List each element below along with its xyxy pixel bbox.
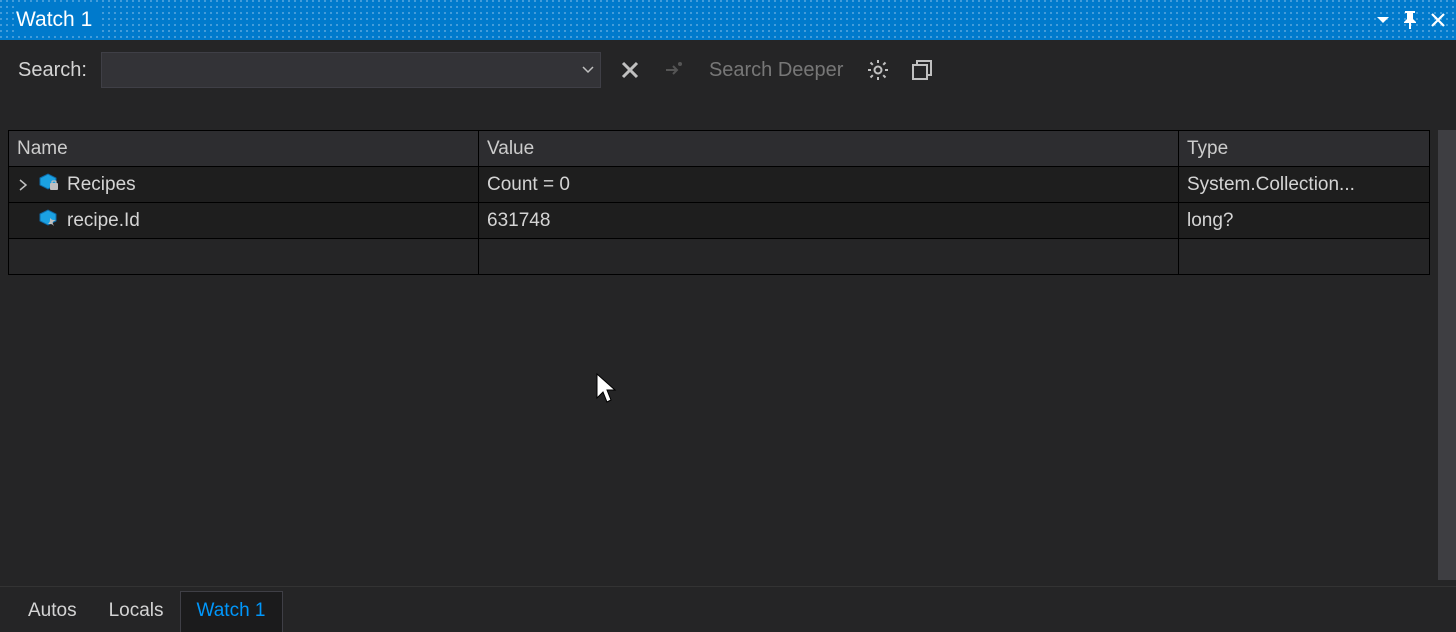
watch-type: System.Collection... xyxy=(1179,167,1429,202)
scrollbar[interactable] xyxy=(1438,130,1456,580)
tab-locals[interactable]: Locals xyxy=(93,592,180,632)
search-label: Search: xyxy=(18,59,87,82)
titlebar: Watch 1 xyxy=(0,0,1456,40)
window-title: Watch 1 xyxy=(16,6,98,34)
watch-row[interactable]: Recipes Count = 0 System.Collection... xyxy=(9,167,1429,203)
watch-add-row[interactable] xyxy=(9,239,1429,275)
property-icon xyxy=(37,173,59,197)
tab-watch1[interactable]: Watch 1 xyxy=(180,591,283,632)
pin-icon[interactable] xyxy=(1402,11,1418,29)
toolbar: Search: Search Deeper xyxy=(0,40,1456,100)
search-box[interactable] xyxy=(101,52,601,88)
search-dropdown-icon[interactable] xyxy=(576,53,600,87)
watch-value[interactable]: Count = 0 xyxy=(479,167,1179,202)
windows-icon[interactable] xyxy=(907,55,937,85)
watch-grid: Name Value Type Recipes Count = 0 System… xyxy=(8,130,1430,275)
search-next-icon[interactable] xyxy=(659,55,689,85)
grid-header: Name Value Type xyxy=(9,131,1429,167)
close-icon[interactable] xyxy=(1430,12,1446,28)
search-input[interactable] xyxy=(102,60,576,81)
watch-name: Recipes xyxy=(67,174,136,196)
watch-value[interactable]: 631748 xyxy=(479,203,1179,238)
watch-type: long? xyxy=(1179,203,1429,238)
watch-grid-area: Name Value Type Recipes Count = 0 System… xyxy=(0,100,1456,586)
column-header-type[interactable]: Type xyxy=(1179,131,1429,166)
window-menu-icon[interactable] xyxy=(1376,15,1390,25)
column-header-name[interactable]: Name xyxy=(9,131,479,166)
expand-icon[interactable] xyxy=(17,179,29,191)
bottom-tabs: Autos Locals Watch 1 xyxy=(0,586,1456,632)
watch-row[interactable]: recipe.Id 631748 long? xyxy=(9,203,1429,239)
property-icon xyxy=(37,209,59,233)
search-deeper-button[interactable]: Search Deeper xyxy=(703,59,850,82)
tab-autos[interactable]: Autos xyxy=(12,592,93,632)
mouse-cursor xyxy=(595,372,619,410)
settings-icon[interactable] xyxy=(863,55,893,85)
clear-search-button[interactable] xyxy=(615,55,645,85)
column-header-value[interactable]: Value xyxy=(479,131,1179,166)
watch-name: recipe.Id xyxy=(67,210,140,232)
